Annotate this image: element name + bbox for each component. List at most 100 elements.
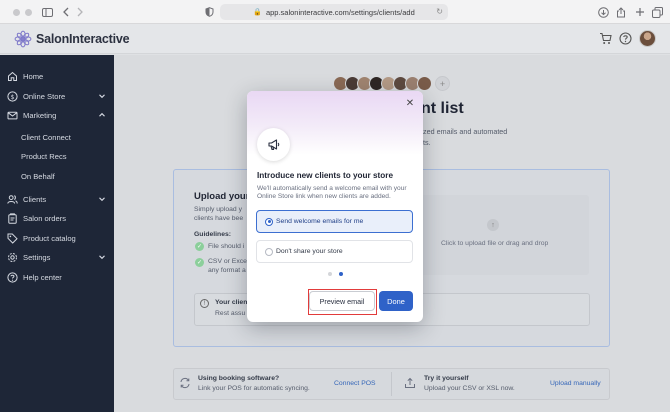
file-dropzone[interactable] xyxy=(396,195,589,275)
info-title: Your client xyxy=(215,299,250,306)
svg-text:$: $ xyxy=(11,93,15,100)
modal-description: We'll automatically send a welcome email… xyxy=(257,185,407,192)
dropzone-text: Click to upload file or drag and drop xyxy=(441,240,549,247)
users-icon xyxy=(7,194,18,204)
close-icon[interactable]: ✕ xyxy=(405,98,415,109)
mail-icon xyxy=(7,111,18,119)
sidebar-item-label: Clients xyxy=(23,194,47,204)
upload-description: clients have bee xyxy=(194,215,244,222)
divider xyxy=(391,372,392,396)
help-icon[interactable] xyxy=(619,32,632,45)
lock-icon: 🔒 xyxy=(253,9,262,16)
sidebar-item-label: Product Recs xyxy=(21,151,67,161)
sidebar-item-online-store[interactable]: $ Online Store xyxy=(0,88,114,104)
modal-description: Online Store link when new clients are a… xyxy=(257,193,391,200)
sidebar-item-settings[interactable]: Settings xyxy=(0,249,114,265)
brand-logo[interactable]: SalonInteractive xyxy=(14,30,130,48)
reload-icon[interactable]: ↻ xyxy=(436,7,443,16)
forward-icon[interactable] xyxy=(73,5,87,19)
sidebar-item-on-behalf[interactable]: On Behalf xyxy=(0,168,114,184)
browser-toolbar: 🔒 app.saloninteractive.com/settings/clie… xyxy=(0,0,670,24)
home-icon xyxy=(8,71,17,81)
option-label: Don't share your store xyxy=(276,248,343,255)
highlight-box xyxy=(308,289,377,315)
sidebar-item-help-center[interactable]: Help center xyxy=(0,269,114,285)
guidelines-label: Guidelines: xyxy=(194,231,232,238)
sidebar-item-client-connect[interactable]: Client Connect xyxy=(0,129,114,145)
app-header: SalonInteractive xyxy=(0,24,670,54)
sync-icon xyxy=(180,377,190,389)
question-icon xyxy=(7,271,18,283)
info-icon: ! xyxy=(200,299,209,308)
connect-pos-link[interactable]: Connect POS xyxy=(334,380,376,387)
url-text: app.saloninteractive.com/settings/client… xyxy=(265,7,415,17)
store-icon: $ xyxy=(7,90,18,102)
check-icon: ✓ xyxy=(195,258,204,267)
sidebar-item-salon-orders[interactable]: Salon orders xyxy=(0,210,114,226)
step-pagination xyxy=(328,272,350,276)
radio-unselected[interactable] xyxy=(265,247,273,256)
upload-title: Upload your xyxy=(194,191,250,202)
gear-icon xyxy=(8,252,17,262)
tag-icon xyxy=(7,233,18,244)
yellow-dot[interactable] xyxy=(21,5,35,19)
page-subtitle: zed emails and automated xyxy=(423,127,508,136)
chevron-down-icon[interactable] xyxy=(98,253,106,261)
sidebar-item-home[interactable]: Home xyxy=(0,68,114,84)
brand-flower-icon xyxy=(14,30,32,48)
upload-tray-icon xyxy=(405,377,415,388)
step-dot-active[interactable] xyxy=(339,272,343,276)
megaphone-icon xyxy=(267,138,279,150)
chevron-down-icon[interactable] xyxy=(98,92,106,100)
sidebar-item-product-recs[interactable]: Product Recs xyxy=(0,148,114,164)
page-title: nt list xyxy=(421,100,464,117)
guideline-text: File should i xyxy=(208,243,245,250)
sidebar-item-product-catalog[interactable]: Product catalog xyxy=(0,230,114,246)
new-tab-icon[interactable] xyxy=(633,5,647,19)
share-icon[interactable] xyxy=(614,5,628,19)
url-bar[interactable]: 🔒 app.saloninteractive.com/settings/clie… xyxy=(220,4,448,20)
download-icon[interactable] xyxy=(596,5,610,19)
avatar[interactable] xyxy=(639,30,656,47)
radio-selected[interactable] xyxy=(265,217,273,226)
info-description: Rest assu xyxy=(215,310,246,317)
sidebar-item-clients[interactable]: Clients xyxy=(0,191,114,207)
brand-name: SalonInteractive xyxy=(36,32,130,46)
option-dont-share-store[interactable]: Don't share your store xyxy=(256,240,413,263)
try-yourself-title: Try it yourself xyxy=(424,375,469,382)
guideline-text: CSV or Exce xyxy=(208,258,247,265)
sidebar-item-label: Client Connect xyxy=(21,132,71,142)
sidebar: Home $ Online Store Marketing Client Con… xyxy=(0,55,114,412)
option-label: Send welcome emails for me xyxy=(276,218,364,225)
sidebar-item-label: On Behalf xyxy=(21,171,55,181)
upload-description: Simply upload y xyxy=(194,206,242,213)
sidebar-item-label: Settings xyxy=(23,252,51,262)
sidebar-item-label: Online Store xyxy=(23,91,66,101)
back-icon[interactable] xyxy=(59,5,73,19)
hero-badge xyxy=(257,128,290,161)
sidebar-item-label: Marketing xyxy=(23,110,57,120)
clipboard-icon xyxy=(8,212,17,224)
shield-icon[interactable] xyxy=(202,5,216,19)
tabs-icon[interactable] xyxy=(650,5,664,19)
modal-title: Introduce new clients to your store xyxy=(257,171,394,180)
sidebar-toggle-icon[interactable] xyxy=(40,5,54,19)
sidebar-item-label: Home xyxy=(23,71,44,81)
try-yourself-description: Upload your CSV or XSL now. xyxy=(424,385,515,392)
cart-icon[interactable] xyxy=(599,32,612,45)
upload-manually-link[interactable]: Upload manually xyxy=(550,380,601,387)
page-subtitle: ts. xyxy=(423,138,431,147)
check-icon: ✓ xyxy=(195,242,204,251)
option-send-welcome-emails[interactable]: Send welcome emails for me xyxy=(256,210,413,233)
add-avatar-icon: + xyxy=(435,76,450,91)
done-button[interactable]: Done xyxy=(379,291,413,311)
step-dot[interactable] xyxy=(328,272,332,276)
client-avatar xyxy=(417,76,432,91)
welcome-email-modal: ✕ Introduce new clients to your store We… xyxy=(247,91,423,322)
sidebar-item-label: Product catalog xyxy=(23,233,76,243)
chevron-up-icon[interactable] xyxy=(98,111,106,119)
sidebar-item-marketing[interactable]: Marketing xyxy=(0,107,114,123)
chevron-down-icon[interactable] xyxy=(98,195,106,203)
sidebar-item-label: Help center xyxy=(23,272,62,282)
upload-icon: ↑ xyxy=(487,219,499,231)
